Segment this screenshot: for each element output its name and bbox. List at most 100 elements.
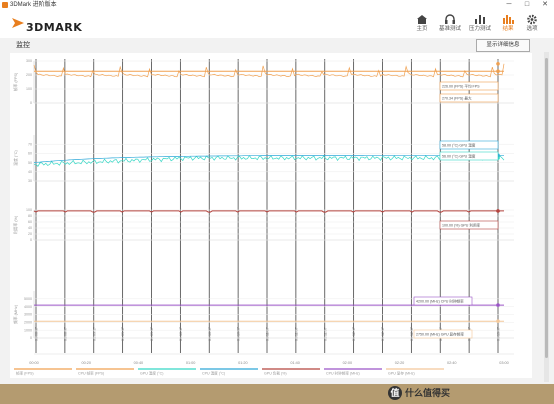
y-tick-label: 20 xyxy=(28,232,32,236)
y-tick-label: 30 xyxy=(28,179,32,183)
y-tick-label: 3000 xyxy=(24,313,32,317)
nav-home-label: 主页 xyxy=(416,26,428,32)
y-tick-label: 200 xyxy=(26,73,32,77)
marker-time-label: 01:11:57 xyxy=(323,327,327,341)
y-tick-label: 40 xyxy=(28,170,32,174)
marker-time-label: 01:11:37 xyxy=(294,327,298,341)
marker-time-label: 01:08:37 xyxy=(35,327,39,341)
annotation-label: 100.00 (%) GPU 利用率 xyxy=(442,223,481,228)
marker-time-label: 01:11:17 xyxy=(266,327,270,341)
y-axis-label: 帧率 (FPS) xyxy=(13,72,18,91)
x-tick-label: 02:00 xyxy=(343,361,353,365)
maximize-button[interactable]: □ xyxy=(518,0,536,10)
y-tick-label: 70 xyxy=(28,142,32,146)
app-window: 3DMark 进阶版本 ─ □ ✕ 3DMARK 主页 基准测试 压力测试 结果… xyxy=(0,0,554,384)
y-tick-label: 4000 xyxy=(24,305,32,309)
chart-panel-2: 0 20 40 60 80 100 利用率 (%) 100.00 (%) GPU 利用率 xyxy=(13,208,514,242)
monitoring-chart-panel: 01:08:37 01:08:57 01:09:17 01:09:37 01:09:57… xyxy=(10,53,532,378)
annotation-label: 56.00 (°C) GPU 温度 xyxy=(442,154,476,159)
series-end-dot xyxy=(496,209,500,213)
series-end-dot xyxy=(496,319,500,323)
x-tick-label: 00:40 xyxy=(134,361,144,365)
home-icon xyxy=(417,15,427,24)
headset-icon xyxy=(445,14,455,24)
legend-item: 帧率 (FPS) xyxy=(16,371,34,376)
title-bar: 3DMark 进阶版本 ─ □ ✕ xyxy=(0,0,554,10)
nav-benchmarks[interactable]: 基准测试 xyxy=(436,12,464,36)
legend-item: GPU 温度 (°C) xyxy=(140,371,163,376)
marker-time-label: 01:09:17 xyxy=(92,327,96,341)
y-tick-label: 1000 xyxy=(24,328,32,332)
annotation-label: 4200.00 (MHz) CPU 时钟频率 xyxy=(416,299,464,304)
series-end-dot xyxy=(496,303,500,307)
y-tick-label: 100 xyxy=(26,208,32,212)
close-button[interactable]: ✕ xyxy=(536,0,554,10)
y-tick-label: 50 xyxy=(28,161,32,165)
y-tick-label: 2000 xyxy=(24,321,32,325)
legend-item: CPU 时钟频率 (MHz) xyxy=(326,371,360,376)
marker-time-label: 01:08:57 xyxy=(63,327,67,341)
annotation-label: 58.00 (°C) GPU 温度 xyxy=(442,143,476,148)
y-axis-label: 温度 (°C) xyxy=(13,150,18,166)
marker-time-label: 01:10:57 xyxy=(237,327,241,341)
y-tick-label: 0 xyxy=(30,101,32,105)
x-tick-label: 00:00 xyxy=(29,361,39,365)
nav-benchmarks-label: 基准测试 xyxy=(438,26,461,32)
legend-item: GPU 负载 (%) xyxy=(264,371,287,376)
logo-mark-icon xyxy=(12,18,24,28)
y-tick-label: 60 xyxy=(28,152,32,156)
y-tick-label: 100 xyxy=(26,87,32,91)
minimize-button[interactable]: ─ xyxy=(500,0,518,10)
annotation-label: 2750.00 (MHz) GPU 显存频率 xyxy=(416,332,464,337)
y-tick-label: 60 xyxy=(28,220,32,224)
y-tick-label: 0 xyxy=(30,238,32,242)
y-tick-label: 5000 xyxy=(24,297,32,301)
window-title: 3DMark 进阶版本 xyxy=(10,2,57,8)
logo-text: 3DMARK xyxy=(26,21,83,34)
annotation-label: 226.00 (FPS) 平均 FPS xyxy=(442,84,480,89)
x-tick-label: 01:00 xyxy=(186,361,196,365)
y-tick-label: 40 xyxy=(28,226,32,230)
app-header: 3DMARK 主页 基准测试 压力测试 结果 选项 xyxy=(0,10,554,38)
marker-time-label: 01:12:17 xyxy=(352,327,356,341)
series-line xyxy=(33,154,505,168)
app-icon xyxy=(2,2,8,8)
chart-panel-1: 30 40 50 60 70 温度 (°C) 58.00 (°C) GPU 温度 56.00 … xyxy=(13,135,514,183)
show-details-button[interactable]: 显示详细信息 xyxy=(476,39,530,52)
series-end-dot xyxy=(496,62,500,66)
nav-stress-tests-label: 压力测试 xyxy=(468,26,491,32)
nav-options[interactable]: 选项 xyxy=(518,12,546,36)
monitoring-chart: 01:08:37 01:08:57 01:09:17 01:09:37 01:09:57… xyxy=(13,59,514,376)
x-tick-label: 00:20 xyxy=(81,361,91,365)
marker-time-label: 01:09:37 xyxy=(121,327,125,341)
nav-stress-tests[interactable]: 压力测试 xyxy=(466,12,494,36)
series-line xyxy=(33,210,504,213)
page-title: 监控 xyxy=(16,42,30,49)
y-axis-label: 利用率 (%) xyxy=(13,215,18,234)
legend-item: GPU 显存 (MHz) xyxy=(388,371,415,376)
watermark-text: 什么值得买 xyxy=(405,388,451,398)
annotation-label: 270.34 (FPS) 最大 xyxy=(442,96,472,101)
marker-time-label: 01:12:57 xyxy=(410,327,414,341)
legend-item: CPU 帧率 (FPS) xyxy=(78,371,104,376)
x-tick-label: 02:20 xyxy=(395,361,405,365)
watermark: 值什么值得买 xyxy=(388,386,450,400)
marker-time-label: 01:12:37 xyxy=(381,327,385,341)
marker-time-label: 01:10:37 xyxy=(208,327,212,341)
gear-icon xyxy=(527,14,537,25)
chart-panel-0: 0 100 200 300 帧率 (FPS) 226.00 (FPS) 平均 FPS 270… xyxy=(13,59,514,105)
x-tick-label: 03:00 xyxy=(499,361,509,365)
legend-item: CPU 温度 (°C) xyxy=(202,371,225,376)
y-tick-label: 0 xyxy=(30,336,32,340)
nav-home[interactable]: 主页 xyxy=(408,12,436,36)
y-axis-label: 频率 (MHz) xyxy=(13,304,18,324)
nav-options-label: 选项 xyxy=(526,26,538,32)
x-tick-label: 01:40 xyxy=(290,361,300,365)
y-tick-label: 300 xyxy=(26,59,32,63)
bar-chart-icon xyxy=(475,15,485,24)
x-tick-label: 01:20 xyxy=(238,361,248,365)
marker-time-label: 01:09:57 xyxy=(150,327,154,341)
scrollbar-thumb[interactable] xyxy=(545,58,548,358)
marker-time-label: 01:10:17 xyxy=(179,327,183,341)
y-tick-label: 80 xyxy=(28,214,32,218)
